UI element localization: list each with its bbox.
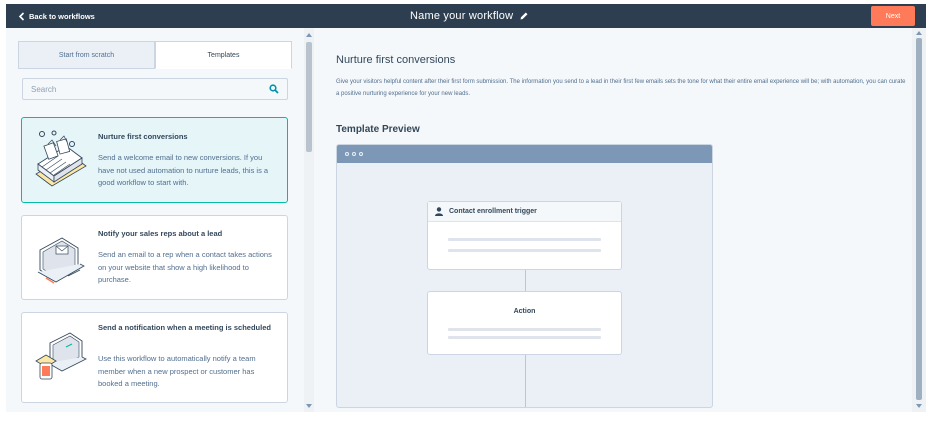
- detail-description: Give your visitors helpful content after…: [336, 79, 906, 97]
- template-detail-panel: Nurture first conversions Give your visi…: [314, 28, 912, 412]
- scroll-down-arrow-icon[interactable]: [916, 404, 922, 408]
- window-dot-icon: [352, 152, 356, 156]
- contact-icon: [435, 207, 443, 216]
- window-dot-icon: [359, 152, 363, 156]
- flow-connector: [525, 270, 526, 291]
- search-box: [22, 78, 288, 100]
- back-to-workflows-link[interactable]: Back to workflows: [18, 10, 95, 22]
- placeholder-line: [448, 336, 601, 339]
- flow-connector: [525, 355, 526, 407]
- template-title: Notify your sales reps about a lead: [98, 229, 223, 238]
- enrollment-trigger-label: Contact enrollment trigger: [449, 208, 537, 215]
- template-preview-window: Contact enrollment trigger Action: [336, 144, 713, 408]
- detail-scrollbar[interactable]: [912, 28, 926, 412]
- laptop-email-icon: [37, 237, 85, 284]
- workflow-name-editor[interactable]: Name your workflow: [410, 9, 529, 23]
- template-list-scrollbar[interactable]: [304, 28, 314, 412]
- enrollment-trigger-header: Contact enrollment trigger: [428, 202, 621, 222]
- template-preview-heading: Template Preview: [336, 124, 420, 135]
- pencil-icon[interactable]: [519, 11, 529, 21]
- placeholder-line: [448, 328, 601, 331]
- template-description: Send a welcome email to new conversions.…: [98, 153, 269, 187]
- detail-title: Nurture first conversions: [336, 54, 456, 66]
- scroll-up-arrow-icon[interactable]: [306, 33, 312, 37]
- template-description: Use this workflow to automatically notif…: [98, 354, 256, 388]
- search-input[interactable]: [31, 84, 269, 94]
- scrollbar-thumb[interactable]: [306, 42, 312, 152]
- template-title: Nurture first conversions: [98, 132, 188, 141]
- conveyor-icon: [35, 130, 87, 187]
- scroll-down-arrow-icon[interactable]: [306, 404, 312, 408]
- action-label: Action: [513, 308, 536, 315]
- back-link-label: Back to workflows: [29, 11, 95, 21]
- top-bar: Back to workflows Name your workflow Nex…: [6, 4, 926, 28]
- mode-tabs: Start from scratch Templates: [18, 41, 292, 69]
- scrollbar-thumb[interactable]: [916, 38, 922, 400]
- workflow-name[interactable]: Name your workflow: [410, 10, 513, 22]
- template-card-notify-sales[interactable]: Notify your sales reps about a lead Send…: [21, 215, 288, 300]
- template-list-panel: Start from scratch Templates Nurture fir…: [6, 28, 304, 412]
- tab-start-from-scratch[interactable]: Start from scratch: [18, 41, 155, 69]
- chevron-left-icon: [18, 11, 25, 21]
- next-button[interactable]: Next: [871, 6, 915, 26]
- template-card-meeting-notification[interactable]: Send a notification when a meeting is sc…: [21, 312, 288, 403]
- laptop-phone-icon: [35, 332, 87, 380]
- window-dot-icon: [345, 152, 349, 156]
- template-description: Send an email to a rep when a contact ta…: [98, 250, 272, 284]
- template-title: Send a notification when a meeting is sc…: [98, 323, 271, 332]
- enrollment-trigger-card: Contact enrollment trigger: [427, 201, 622, 270]
- scroll-up-arrow-icon[interactable]: [916, 31, 922, 35]
- placeholder-line: [448, 238, 601, 241]
- tab-templates[interactable]: Templates: [155, 41, 292, 69]
- template-card-nurture[interactable]: Nurture first conversions Send a welcome…: [21, 117, 288, 203]
- action-card: Action: [427, 291, 622, 355]
- search-icon[interactable]: [269, 84, 279, 94]
- preview-window-bar: [337, 145, 712, 163]
- placeholder-line: [448, 249, 601, 252]
